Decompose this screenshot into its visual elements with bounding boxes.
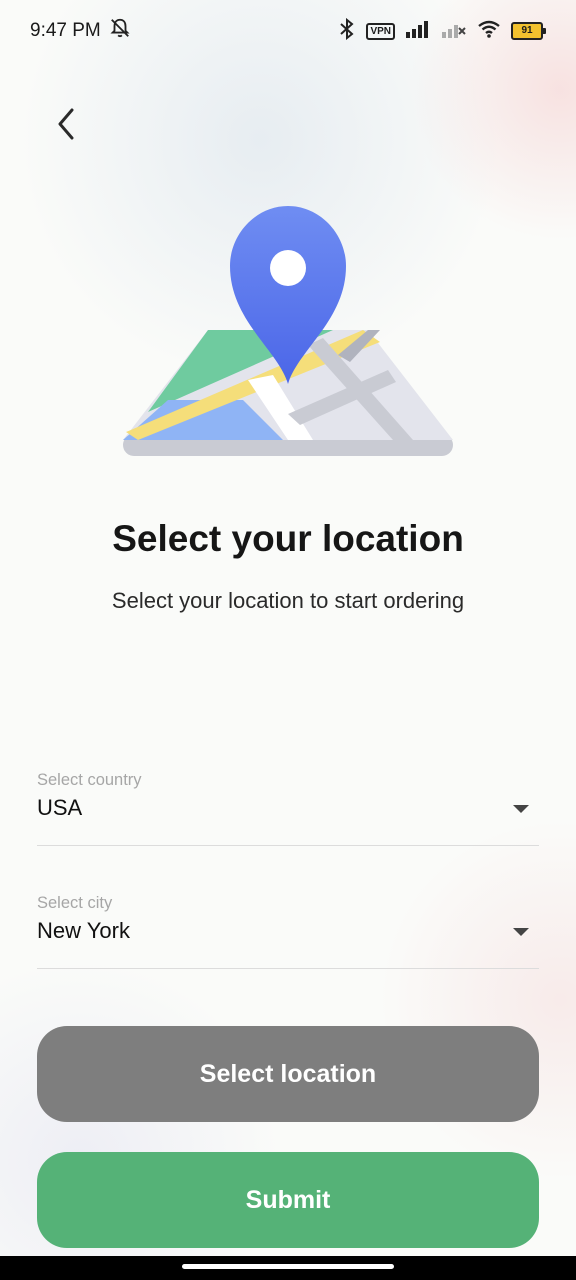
- battery-level: 91: [511, 22, 543, 40]
- page-subtitle: Select your location to start ordering: [111, 588, 465, 613]
- select-location-button[interactable]: Select location: [37, 1026, 539, 1122]
- signal-icon: [405, 20, 431, 43]
- status-left: 9:47 PM: [30, 17, 131, 45]
- wifi-icon: [477, 19, 501, 44]
- map-pin-illustration: [118, 200, 458, 462]
- status-bar: 9:47 PM VPN 91: [0, 0, 576, 62]
- status-time: 9:47 PM: [30, 20, 101, 41]
- dropdown-arrow-icon: [513, 805, 529, 813]
- city-select-label: Select city: [37, 894, 113, 912]
- bluetooth-icon: [338, 17, 356, 45]
- mute-icon: [109, 17, 131, 45]
- status-right: VPN 91: [338, 17, 546, 45]
- dropdown-arrow-icon: [513, 928, 529, 936]
- country-select-value: USA: [37, 795, 83, 820]
- navigation-bar: [0, 1256, 576, 1280]
- signal-no-service-icon: [441, 20, 467, 43]
- back-button[interactable]: [46, 104, 86, 148]
- page-title: Select your location: [112, 518, 464, 559]
- chevron-left-icon: [55, 107, 77, 146]
- home-handle[interactable]: [182, 1264, 394, 1269]
- city-select[interactable]: Select city New York: [37, 894, 539, 969]
- battery-tip: [543, 28, 546, 34]
- submit-button[interactable]: Submit: [37, 1152, 539, 1248]
- battery-icon: 91: [511, 22, 546, 40]
- city-select-value: New York: [37, 918, 130, 943]
- country-select-label: Select country: [37, 771, 142, 789]
- country-select[interactable]: Select country USA: [37, 771, 539, 846]
- vpn-badge: VPN: [366, 22, 395, 40]
